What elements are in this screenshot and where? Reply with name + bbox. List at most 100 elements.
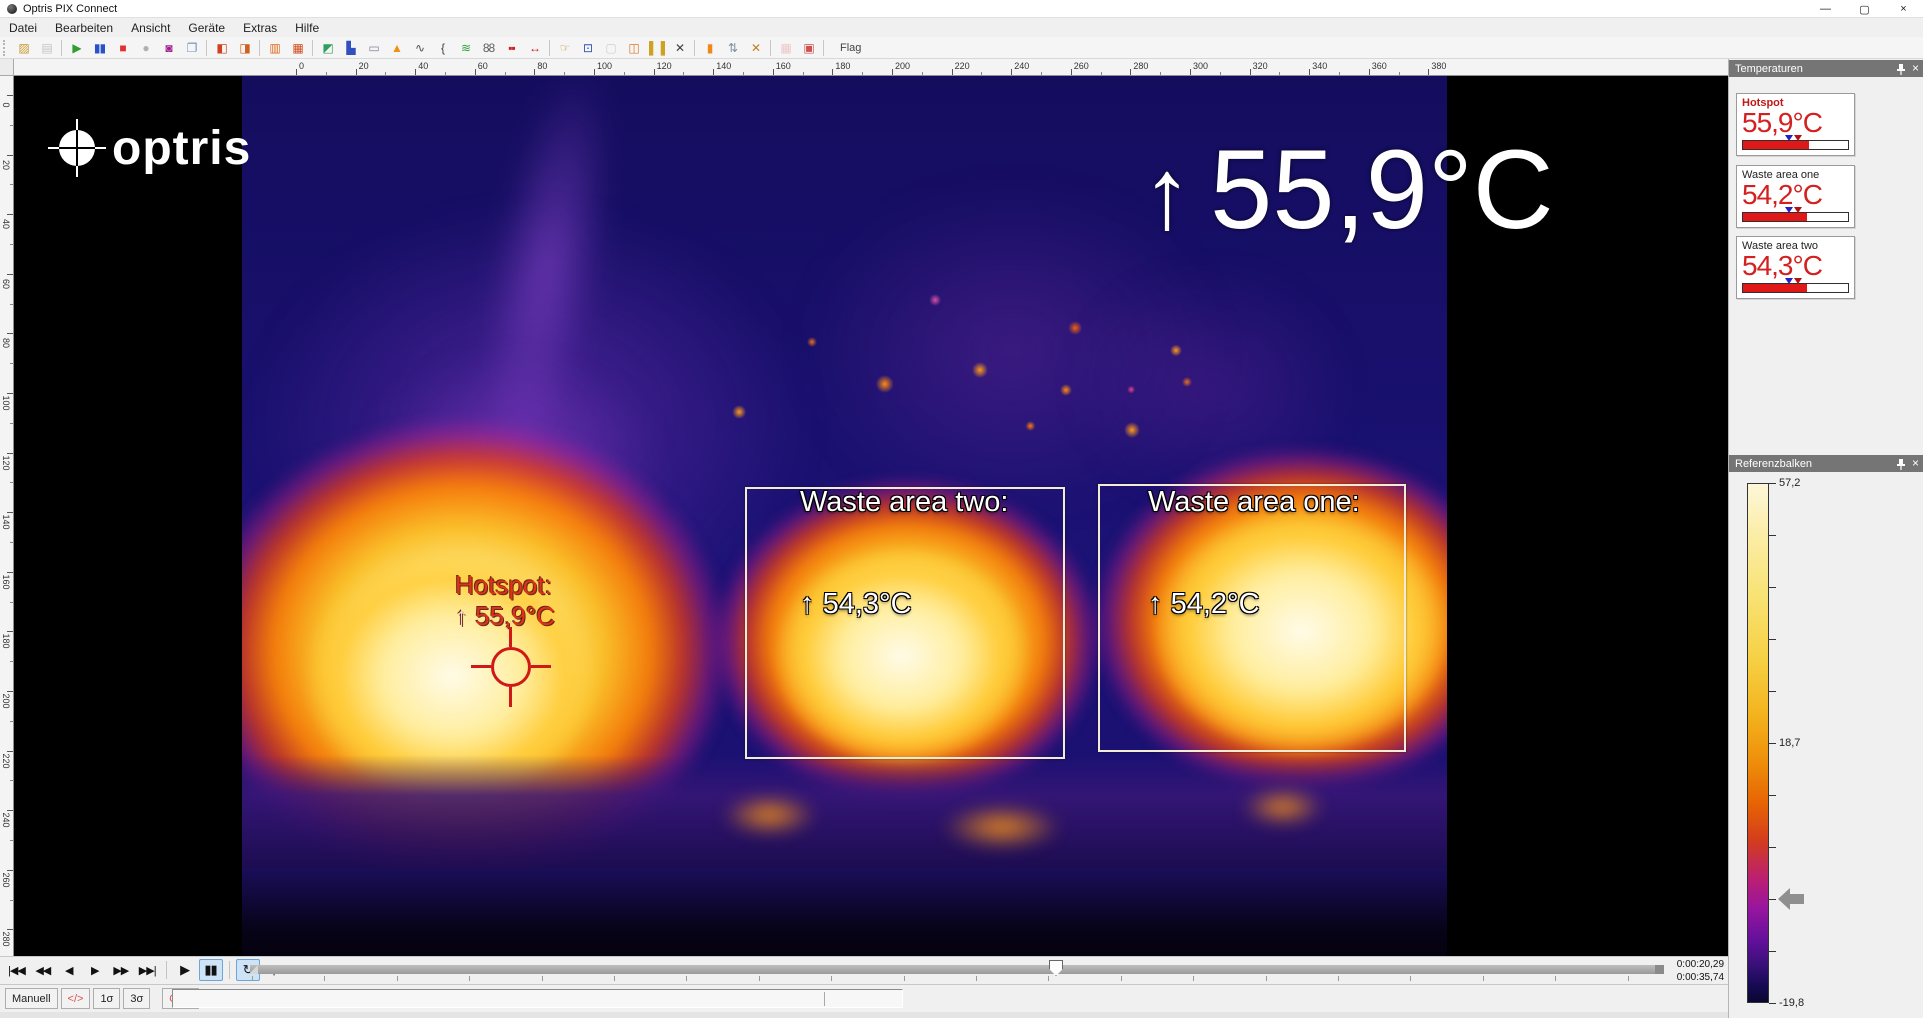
ruler-tick [7, 95, 13, 96]
play-button[interactable]: ▶ [173, 959, 197, 981]
gradient-bar-icon[interactable]: ▮ [698, 39, 721, 57]
temperature-bar-fill [1743, 213, 1807, 221]
snapshot-icon[interactable]: ◙ [157, 39, 180, 57]
fullscreen-icon[interactable]: ⊡ [576, 39, 599, 57]
histogram-icon[interactable]: ▙ [339, 39, 362, 57]
colorbar-pair-icon[interactable]: ▌▐ [645, 39, 668, 57]
bar-display-icon[interactable]: ▪▪ [500, 39, 523, 57]
close-panel-icon[interactable]: × [1912, 456, 1919, 471]
right-dock-panel: Temperaturen × Hotspot55,9°CWaste area o… [1728, 59, 1923, 1018]
minimize-button[interactable]: — [1806, 0, 1845, 18]
ruler-tick [296, 69, 297, 75]
playback-separator [166, 961, 167, 979]
play-icon[interactable]: ▶ [65, 39, 88, 57]
seek-track[interactable] [250, 965, 1664, 974]
flag-button[interactable]: Flag [831, 40, 870, 56]
reference-bar-tick [1769, 899, 1776, 900]
ruler-tick-minor [1220, 72, 1221, 75]
step-forward-button[interactable]: ▶ [83, 959, 107, 981]
status-bar: Manuell</>1σ3σOPT [0, 984, 1728, 1012]
copy-icon[interactable]: ❐ [180, 39, 203, 57]
mode-manuell-button[interactable]: Manuell [5, 988, 58, 1009]
rewind-button[interactable]: ◀◀ [31, 959, 55, 981]
ruler-label: 100 [1, 395, 11, 411]
menu-item-ansicht[interactable]: Ansicht [122, 19, 179, 37]
waste-area-two-rect[interactable] [745, 487, 1065, 759]
ruler-label: 200 [895, 61, 910, 71]
device-print-icon[interactable]: ▭ [362, 39, 385, 57]
ruler-tick-minor [624, 72, 625, 75]
pause-button[interactable]: ▮▮ [199, 959, 223, 981]
reference-color-bar[interactable] [1747, 483, 1769, 1003]
digital-display-icon[interactable]: 88 [477, 39, 500, 57]
fast-forward-button[interactable]: ▶▶ [109, 959, 133, 981]
save-video-icon[interactable]: ▣ [797, 39, 820, 57]
display-mode-icon[interactable]: ◩ [316, 39, 339, 57]
ruler-tick-minor [10, 542, 13, 543]
floor-glow [942, 804, 1062, 850]
skip-end-button[interactable]: ▶▶| [135, 959, 160, 981]
temperature-card-bar [1742, 283, 1849, 293]
ruler-tick-minor [385, 72, 386, 75]
seek-tick [904, 976, 905, 981]
ruler-tick-minor [1339, 72, 1340, 75]
step-back-button[interactable]: ◀ [57, 959, 81, 981]
tools-icon[interactable]: ✕ [668, 39, 691, 57]
pin-icon[interactable] [1896, 458, 1906, 470]
range-bounds-button[interactable]: </> [61, 988, 91, 1009]
flame-icon[interactable]: ▲ [385, 39, 408, 57]
ruler-tick [594, 69, 595, 75]
ruler-tick-minor [683, 72, 684, 75]
seek-position-marker[interactable] [1049, 960, 1063, 976]
image-zoom-icon[interactable]: ◧ [210, 39, 233, 57]
auto-adjust-icon[interactable]: ✕ [744, 39, 767, 57]
pan-hand-icon[interactable]: ☞ [553, 39, 576, 57]
sigma1-button[interactable]: 1σ [93, 988, 120, 1009]
thermal-image-view[interactable]: optris ↑55,9°C Waste area two: ↑ 54,3°C … [14, 76, 1728, 956]
colorbar-icon[interactable]: ◫ [622, 39, 645, 57]
skip-start-button[interactable]: |◀◀ [4, 959, 29, 981]
image-export-icon[interactable]: ◨ [233, 39, 256, 57]
open-file-icon[interactable]: ▨ [12, 39, 35, 57]
stop-icon[interactable]: ■ [111, 39, 134, 57]
marker-blue-icon [1785, 278, 1793, 284]
diagram-icon[interactable]: ≋ [454, 39, 477, 57]
record-icon[interactable]: ● [134, 39, 157, 57]
menu-item-bearbeiten[interactable]: Bearbeiten [46, 19, 122, 37]
toolbar-separator [312, 40, 313, 56]
seek-tick [1193, 976, 1194, 981]
hotspot-crosshair-icon[interactable] [471, 627, 551, 707]
pin-icon[interactable] [1896, 63, 1906, 75]
ruler-tick-minor [10, 602, 13, 603]
ruler-label: 60 [1, 276, 11, 292]
menu-item-hilfe[interactable]: Hilfe [286, 19, 328, 37]
ruler-corner [0, 59, 14, 76]
menu-item-geräte[interactable]: Geräte [179, 19, 234, 37]
toolbar-separator [549, 40, 550, 56]
reference-bar-panel-title: Referenzbalken [1735, 458, 1812, 470]
temp-profile-icon[interactable]: ∿ [408, 39, 431, 57]
ruler-label: 40 [418, 61, 428, 71]
close-button[interactable]: × [1884, 0, 1923, 18]
measure-icon[interactable]: ↔ [523, 39, 546, 57]
reference-level-arrow-icon[interactable] [1778, 888, 1804, 910]
snake-curve-icon[interactable]: { [431, 39, 454, 57]
ruler-tick-minor [10, 184, 13, 185]
seek-tick [1483, 976, 1484, 981]
sigma3-button[interactable]: 3σ [123, 988, 150, 1009]
temperature-bar-fill [1743, 141, 1809, 149]
pause-icon[interactable]: ▮▮ [88, 39, 111, 57]
maximize-button[interactable]: ▢ [1845, 0, 1884, 18]
palette-alt-icon[interactable]: ▦ [286, 39, 309, 57]
ruler-tick-minor [10, 482, 13, 483]
waste-area-one-rect[interactable] [1098, 484, 1406, 752]
menu-item-extras[interactable]: Extras [234, 19, 286, 37]
temperatures-panel-header: Temperaturen × [1729, 60, 1923, 77]
temperature-card-bar [1742, 140, 1849, 150]
status-field[interactable] [172, 989, 903, 1008]
save-icon: ▤ [35, 39, 58, 57]
menu-item-datei[interactable]: Datei [0, 19, 46, 37]
palette-icon[interactable]: ▥ [263, 39, 286, 57]
range-updown-icon[interactable]: ⇅ [721, 39, 744, 57]
close-panel-icon[interactable]: × [1912, 61, 1919, 76]
